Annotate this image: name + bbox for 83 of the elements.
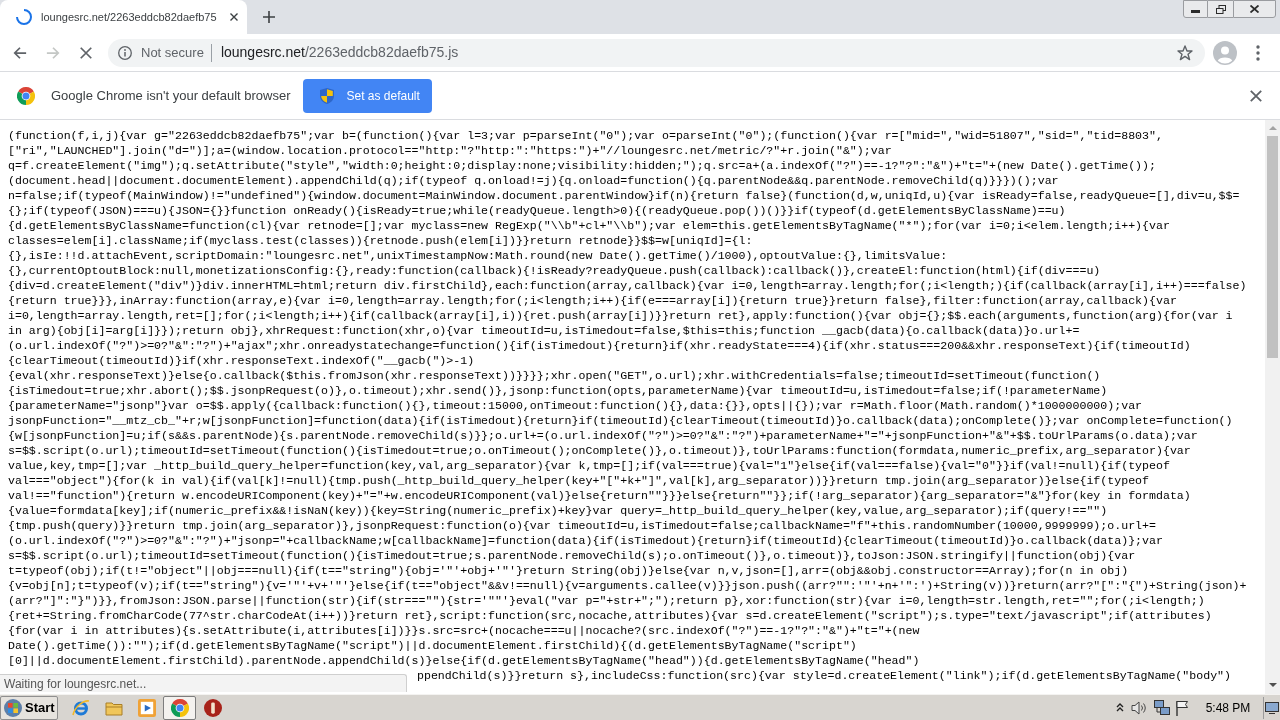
- speaker-icon[interactable]: [1131, 699, 1147, 716]
- cross-icon: [79, 45, 93, 60]
- bookmark-button[interactable]: [1175, 42, 1195, 63]
- code-line: value,key,tmp=[];var _http_build_query_helper=function(key,val,arg_separator){var k,tmp=[];if(val===true){val="1"}else{if(val===false){val="0"}}if(val!=null){if(typeof: [8, 458, 1171, 473]
- network-icon[interactable]: [1154, 699, 1170, 716]
- code-line: {};if(typeof(JSON)===u){JSON={}}function onReady(){isReady=true;while(readyQueue.length>0){(readyQueue.pop())()}}if(typeof(d.getElementsByClassName)==u): [8, 203, 1067, 218]
- code-line: s=$$.script(o.url);timeoutId=setTimeout(function(){isTimedout=true;s.parentNode.removeChild(s);o.onTimeout()},o.timeout)},toJson:JSON.stringify||function(obj){var: [8, 548, 1137, 563]
- code-line: {v=obj[n];t=typeof(v);if(t=="string"){v='"'+v+'"'}else{if(t=="object"&&v!==null){v=arguments.callee(v)}}json.push((arr?"":'"'+n+'":')+String(v))}return(arr?"[":"{")+String(json)+: [8, 578, 1248, 593]
- taskbar-app-button[interactable]: [163, 695, 196, 720]
- avatar-icon: [1213, 40, 1237, 65]
- close-window-button[interactable]: [1233, 0, 1276, 18]
- code-line: {w[jsonpFunction]=u;if(s&&s.parentNode){s.parentNode.removeChild(s)}};o.url+=(o.url.indexOf("?")>=0?"&":"?")+parameterName+"="+jsonpFunction+"&"+$$.toUrlParams(o.data);var: [8, 428, 1199, 443]
- shield-icon: [320, 87, 335, 104]
- star-icon: [1177, 44, 1193, 61]
- code-line: {clearTimeout(timeoutId)}if(xhr.responseText.indexOf("__gacb(")>-1): [8, 353, 476, 368]
- flag-icon[interactable]: [1175, 699, 1189, 716]
- arrow-left-icon: [13, 45, 27, 60]
- code-line: (o.url.indexOf("?")>=0?"&":"?")+"ajax";xhr.onreadystatechange=function(){if(isTimedout){return}if(xhr.readyState===4){if(xhr.status===200&&xhr.responseText){if(timeoutId): [8, 338, 1192, 353]
- code-line: jsonpFunction="__mtz_cb_"+r;w[jsonpFunction]=function(data){if(isTimedout){return}if(timeoutId){clearTimeout(timeoutId)}o.callback(data);onComplete()};var onComplete=function(): [8, 413, 1234, 428]
- circle-bar-icon: [203, 698, 222, 717]
- close-icon: [1250, 5, 1259, 13]
- chevron-up-icon: [1116, 703, 1124, 712]
- code-line: {div=d.createElement("div")}div.innerHTML=html;return div.firstChild},each:function(array,callback){var i=0,length=array.length;for(;i<length;){if(callback(array[i],i++)===false): [8, 278, 1248, 293]
- code-line: n=false;if(typeof(MainWindow)!="undefined"){window.document=MainWindow.document.parentWindow}if(n){return false}(function(d,w,uniqId,u){var isReady=false,readyQueue=[],div=u,$$=: [8, 188, 1241, 203]
- triangle-down-icon: [1268, 682, 1277, 687]
- code-line: {isTimedout=true;xhr.abort();$$.jsonpRequest(o)},o.timeout);xhr.send()},jsonp:function(opts,parameterName){var timeoutId=u,isTimedout=false;if(!parameterName): [8, 383, 1109, 398]
- menu-icon: [1256, 44, 1260, 61]
- code-line: val==="object"){for(k in val){if(val[k]!=null){tmp.push(_http_build_query_helper(key+"["+k+"]",val[k],arg_separator))}}return tmp.join(arg_separator)}else{if(typeof: [8, 473, 1150, 488]
- code-line: Date().getTime()):"");if(d.getElementsByTagName("script")||d.documentElement.firstChild){(d.getElementsByTagName("script"): [8, 638, 858, 653]
- code-line: t=typeof(obj);if(t!="object"||obj===null){if(t=="string"){obj='"'+obj+'"'}return String(obj)}else{var n,v,json=[],arr=(obj&&obj.constructor==Array);for(n in obj): [8, 563, 1130, 578]
- code-line: (document.head||document.documentElement).appendChild(q);if(typeof q.onload!=j){q.onload=function(){q.parentNode&&q.parentNode.removeChild(q)}}})();var: [8, 173, 1060, 188]
- code-line: val!=="function"){return w.encodeURIComponent(key)+"="+w.encodeURIComponent(val)}else{return""}}}else{return""}};if(!arg_separator){arg_separator="&"}for(key in formdata): [8, 488, 1192, 503]
- code-line: {eval(xhr.responseText)}else{o.callback($this.fromJson(xhr.responseText))}}}};xhr.open("GET",o.url);xhr.withCredentials=false;timeoutId=setTimeout(function(): [8, 368, 1102, 383]
- scrollbar[interactable]: [1265, 120, 1280, 694]
- code-line: {value=formdata[key];if(numeric_prefix&&!isNaN(key)){key=String(numeric_prefix)+key}var query=_http_build_query_helper(key,value,arg_separator);if(query!==""): [8, 503, 1109, 518]
- code-line: {parameterName="jsonp"}var o=$$.apply({callback:function(){},timeout:15000,onTimeout:function(){},data:{}},opts||{});var r=Math.floor(Math.random()*1000000000);var: [8, 398, 1144, 413]
- browser-logo-icon: [170, 698, 189, 717]
- browser-tab[interactable]: loungesrc.net/2263eddcb82daefb75: [0, 0, 247, 34]
- show-desktop-button[interactable]: [1263, 696, 1279, 719]
- minimize-button[interactable]: [1183, 0, 1208, 18]
- code-line: s=$$.script(o.url);timeoutId=setTimeout(function(){isTimedout=true;o.onTimeout();onComplete()},o.timeout)},toUrlParams:function(formdata,numeric_prefix,arg_separator){var: [8, 443, 1192, 458]
- monitor-icon: [1264, 701, 1279, 714]
- triangle-up-icon: [1268, 125, 1277, 130]
- restore-button[interactable]: [1208, 0, 1233, 18]
- code-line: [0]||d.documentElement.firstChild).parentNode.appendChild(s)}else{if(d.getElementsByTagName("head")){d.getElementsByTagName("head"): [8, 653, 921, 668]
- info-icon: [118, 45, 132, 60]
- url-text: loungesrc.net/2263eddcb82daefb75.js: [220, 43, 459, 62]
- code-line: in arg){obj[i]=arg[i]}});return obj},xhrRequest:function(xhr,o){var timeoutId=u,isTimedout=false,$this=this;function __gacb(data){o.callback(data)}o.url+=: [8, 323, 1081, 338]
- code-line: ["ri","LAUNCHED"].join("d=")];a=(window.location.protocol=="http:"?"http:":"https:")+"//loungesrc.net/metric/?"+r.join("&");var: [8, 143, 893, 158]
- new-tab-button[interactable]: [260, 8, 278, 26]
- code-line: classes=elem[i].className;if(myclass.test(classes)){retnode.push(elem[i])}}return retnode}}$$=w[uniqId]={l:: [8, 233, 754, 248]
- scroll-thumb[interactable]: [1267, 136, 1278, 358]
- status-bubble: Waiting for loungesrc.net...: [0, 674, 407, 692]
- start-orb-icon: [4, 698, 22, 717]
- clock[interactable]: 5:48 PM: [1204, 698, 1252, 717]
- code-line: {d.getElementsByClassName=function(cl){var retnode=[];var myclass=new RegExp("\\b"+cl+"\\b");var elem=this.getElementsByTagName("*");for(var i=0;i<elem.length;i++){var: [8, 218, 1171, 233]
- code-line: i=0,length=array.length,ret=[];for(;i<length;i++){if(callback(array[i],i)){ret.push(array[i])}}return ret},apply:function(){var obj={};$$.each(arguments,function(arg){for(var i: [8, 308, 1234, 323]
- play-icon: [137, 698, 156, 717]
- code-line: {tmp.push(query)}}return tmp.join(arg_separator)},jsonpRequest:function(o){var timeoutId=u,isTimedout=false;callbackName="f"+this.randomNumber(10000,9999999);o.url+=: [8, 518, 1157, 533]
- code-line: {},isIe:!!d.attachEvent,scriptDomain:"loungesrc.net",unixTimestampNow:Math.round(new Date().getTime()/1000),optoutValue:{},limitsValue:: [8, 248, 949, 263]
- close-icon: [229, 13, 238, 21]
- security-label: Not secure: [141, 43, 204, 62]
- code-line: {},currentOptoutBlock:null,monetizationsConfig:{},ready:function(callback){!isReady?readyQueue.push(callback):callback()},createEl:function(html){if(div===u): [8, 263, 1102, 278]
- code-line: (function(f,i,j){var g="2263eddcb82daefb75";var b=(function(){var l=3;var p=parseInt("0");var o=parseInt("0");(function(){var r=["mid=","wid=51807","sid=","tid=8803",: [8, 128, 1164, 143]
- infobar-message: Google Chrome isn't your default browser: [51, 86, 291, 105]
- code-line: ppendChild(s)}}return s},includeCss:function(src){var style=d.createElement("link");if(d.getElementsByTagName("body"): [417, 669, 1231, 682]
- start-button[interactable]: Start: [0, 695, 58, 720]
- code-line: {for(var i in attributes){s.setAttribute(i,attributes[i])}}s.src=src+(nocache===u||nocache?(src.indexOf("?")==-1?"?":"&")+"t="+(new: [8, 623, 921, 638]
- code-line: (arr?"]":"}")}},fromJson:JSON.parse||function(str){if(str===""){str='""'}eval("var p="+str+";");return p},xor:function(str){var i=0,length=str.length,ret="";for(;i<length;): [8, 593, 1206, 608]
- code-line: {return true}}},inArray:function(array,e){var i=0,length=array.length;for(;i<length;i++){if(e===array[i]){return true}}return false},filter:function(array,callback){var: [8, 293, 1178, 308]
- address-bar[interactable]: Not secure loungesrc.net/2263eddcb82daefb75.js: [108, 38, 1205, 67]
- set-default-button[interactable]: Set as default: [303, 78, 432, 113]
- e-logo-icon: [71, 698, 90, 717]
- browser-logo-icon: [17, 86, 35, 105]
- minimize-icon: [1191, 10, 1200, 13]
- code-line: (o.url.indexOf("?")>=0?"&":"?")+"jsonp="+callbackName;w[callbackName]=function(data){if(isTimedout){return}if(timeoutId){clearTimeout(timeoutId)}o.callback(data)};var: [8, 533, 1164, 548]
- restore-icon: [1215, 4, 1226, 14]
- code-line: q=f.createElement("img");q.setAttribute("style","width:0;height:0;display:none;visibility:hidden;");q.src=a+(a.indexOf("?")==-1?"?":"&")+"t="+(new Date().getTime());: [8, 158, 1157, 173]
- plus-icon: [263, 11, 275, 23]
- code-line: {ret+=String.fromCharCode(77^str.charCodeAt(i++))}return ret},script:function(src,nocache,attributes){var s=d.createElement("script");s.type="text/javascript";if(attributes): [8, 608, 1213, 623]
- close-icon: [1250, 89, 1262, 102]
- arrow-right-icon: [46, 45, 60, 60]
- close-infobar-button[interactable]: [1248, 87, 1264, 104]
